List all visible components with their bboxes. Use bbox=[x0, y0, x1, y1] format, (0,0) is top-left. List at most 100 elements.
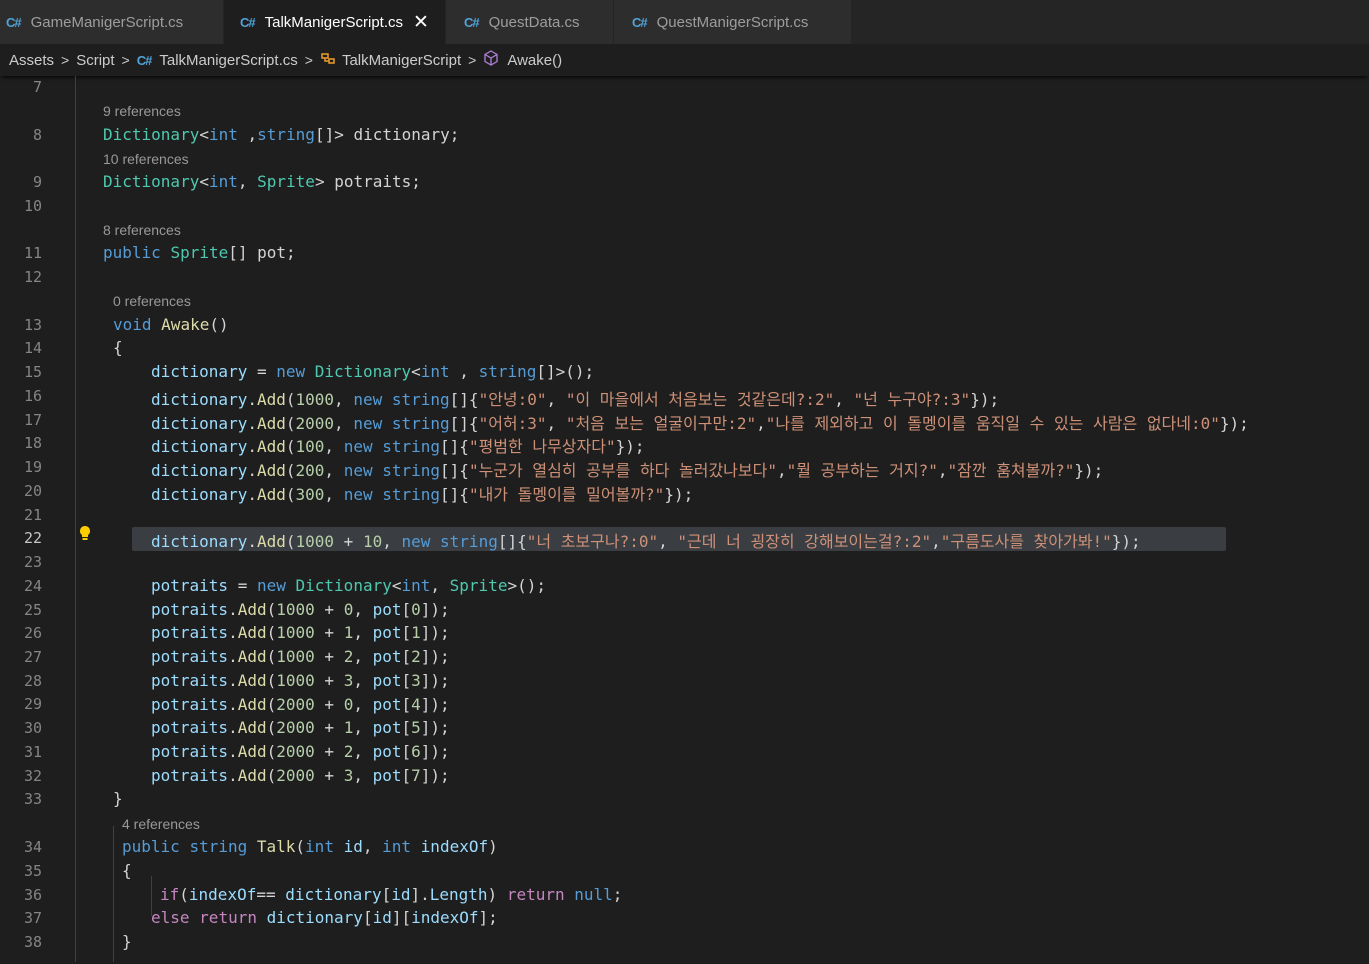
chevron-right-icon: > bbox=[121, 52, 130, 68]
token-punct: >(); bbox=[507, 576, 546, 595]
token-number: 4 bbox=[411, 695, 421, 714]
tab-gamemanigerscript[interactable]: C# GameManigerScript.cs bbox=[0, 0, 224, 44]
token-number: 1000 bbox=[295, 532, 335, 551]
token-punct: . bbox=[247, 485, 257, 504]
token-punct: + bbox=[334, 532, 363, 551]
token-variable: dictionary bbox=[151, 437, 248, 456]
token-variable: dictionary bbox=[151, 362, 248, 381]
token-variable: indexOf bbox=[420, 837, 489, 856]
line-number: 29 bbox=[23, 695, 42, 713]
indent-guide bbox=[75, 76, 76, 962]
token-keyword: new bbox=[343, 485, 373, 504]
token-number: 2000 bbox=[295, 414, 335, 433]
token-function: Add bbox=[237, 766, 267, 785]
code-line-19: dictionary.Add(200, new string[]{"누군가 열심… bbox=[151, 457, 1103, 481]
token-punct: , bbox=[931, 532, 941, 551]
code-editor[interactable]: 7 8 9 10 11 12 13 14 15 16 17 18 19 20 2… bbox=[0, 76, 1369, 964]
token-variable: potraits bbox=[151, 766, 229, 785]
code-lens-references[interactable]: 10 references bbox=[103, 151, 189, 167]
token-function: Add bbox=[237, 671, 267, 690]
token-number: 2000 bbox=[276, 766, 315, 785]
token-punct: . bbox=[247, 461, 257, 480]
token-number: 1000 bbox=[276, 671, 315, 690]
line-number: 30 bbox=[23, 719, 42, 737]
token-number: 10 bbox=[362, 532, 383, 551]
line-number: 16 bbox=[23, 387, 42, 405]
token-punct: }); bbox=[664, 485, 694, 504]
lightbulb-icon[interactable] bbox=[78, 525, 92, 547]
token-punct: ( bbox=[285, 390, 296, 409]
token-punct: = bbox=[247, 362, 277, 381]
code-lens-references[interactable]: 0 references bbox=[113, 293, 191, 309]
breadcrumb-class[interactable]: TalkManigerScript bbox=[342, 52, 461, 69]
token-function: Add bbox=[237, 600, 267, 619]
token-keyword: string bbox=[189, 837, 248, 856]
token-punct: ( bbox=[285, 437, 296, 456]
code-line-33: } bbox=[113, 789, 123, 808]
csharp-file-icon: C# bbox=[240, 14, 256, 30]
token-text: []> dictionary; bbox=[314, 125, 460, 144]
line-number: 32 bbox=[23, 767, 42, 785]
token-number: 3 bbox=[411, 671, 421, 690]
code-line-20: dictionary.Add(300, new string[]{"내가 돌멩이… bbox=[151, 481, 693, 505]
code-line-27: potraits.Add(1000 + 2, pot[2]); bbox=[151, 647, 450, 666]
token-variable: id bbox=[391, 885, 411, 904]
token-variable: dictionary bbox=[285, 885, 382, 904]
token-punct: }); bbox=[1074, 461, 1104, 480]
token-string: "근데 너 굉장히 강해보이는걸?:2" bbox=[677, 532, 932, 551]
token-variable: id bbox=[372, 908, 392, 927]
close-icon[interactable]: ✕ bbox=[413, 11, 429, 34]
token-string: "이 마을에서 처음보는 것같은데?:2" bbox=[565, 390, 835, 409]
token-variable: dictionary bbox=[151, 461, 248, 480]
token-punct: , bbox=[237, 172, 258, 191]
breadcrumb-method[interactable]: Awake() bbox=[507, 52, 562, 69]
tab-bar: C# GameManigerScript.cs C# TalkManigerSc… bbox=[0, 0, 1369, 44]
token-keyword: int bbox=[208, 172, 238, 191]
token-number: 3 bbox=[343, 766, 354, 785]
token-number: 3 bbox=[343, 671, 354, 690]
tab-questmanigerscript[interactable]: C# QuestManigerScript.cs bbox=[614, 0, 852, 44]
token-keyword: string bbox=[382, 461, 441, 480]
tab-questdata[interactable]: C# QuestData.cs bbox=[446, 0, 614, 44]
token-punct: , bbox=[382, 532, 402, 551]
code-line-26: potraits.Add(1000 + 1, pot[1]); bbox=[151, 623, 450, 642]
chevron-right-icon: > bbox=[61, 52, 70, 68]
chevron-right-icon: > bbox=[468, 52, 477, 68]
token-punct: , bbox=[430, 576, 450, 595]
token-punct: , bbox=[658, 532, 678, 551]
token-punct: , bbox=[237, 125, 258, 144]
token-keyword: int bbox=[208, 125, 238, 144]
token-punct: }); bbox=[970, 390, 1000, 409]
token-control-keyword: else bbox=[151, 908, 190, 927]
breadcrumb-assets[interactable]: Assets bbox=[9, 52, 54, 69]
csharp-file-icon: C# bbox=[464, 14, 480, 30]
code-lens-references[interactable]: 8 references bbox=[103, 222, 181, 238]
token-number: 100 bbox=[295, 437, 325, 456]
code-line-16: dictionary.Add(1000, new string[]{"안녕:0"… bbox=[151, 386, 999, 410]
token-string: "평범한 나무상자다" bbox=[468, 437, 616, 456]
token-type: Dictionary bbox=[295, 576, 392, 595]
code-line-38: } bbox=[122, 932, 132, 951]
token-keyword: new bbox=[353, 390, 383, 409]
token-punct: . bbox=[247, 414, 257, 433]
breadcrumb-file[interactable]: TalkManigerScript.cs bbox=[159, 52, 297, 69]
token-punct: . bbox=[247, 532, 257, 551]
code-lens-references[interactable]: 9 references bbox=[103, 103, 181, 119]
code-line-18: dictionary.Add(100, new string[]{"평범한 나무… bbox=[151, 433, 645, 457]
line-number: 17 bbox=[23, 411, 42, 429]
breadcrumb-script[interactable]: Script bbox=[76, 52, 114, 69]
token-keyword: string bbox=[382, 485, 441, 504]
code-lens-references[interactable]: 4 references bbox=[122, 816, 200, 832]
tab-talkmanigerscript[interactable]: C# TalkManigerScript.cs ✕ bbox=[224, 0, 446, 44]
token-punct: ( bbox=[285, 485, 296, 504]
token-punct: ( bbox=[285, 532, 296, 551]
token-punct: , bbox=[546, 390, 566, 409]
token-string: "너 초보구나?:0" bbox=[526, 532, 659, 551]
token-function: Add bbox=[256, 461, 286, 480]
token-punct: []{ bbox=[440, 461, 469, 480]
csharp-file-icon: C# bbox=[632, 14, 648, 30]
token-type: Sprite bbox=[170, 243, 229, 262]
tab-label: QuestManigerScript.cs bbox=[656, 13, 809, 31]
